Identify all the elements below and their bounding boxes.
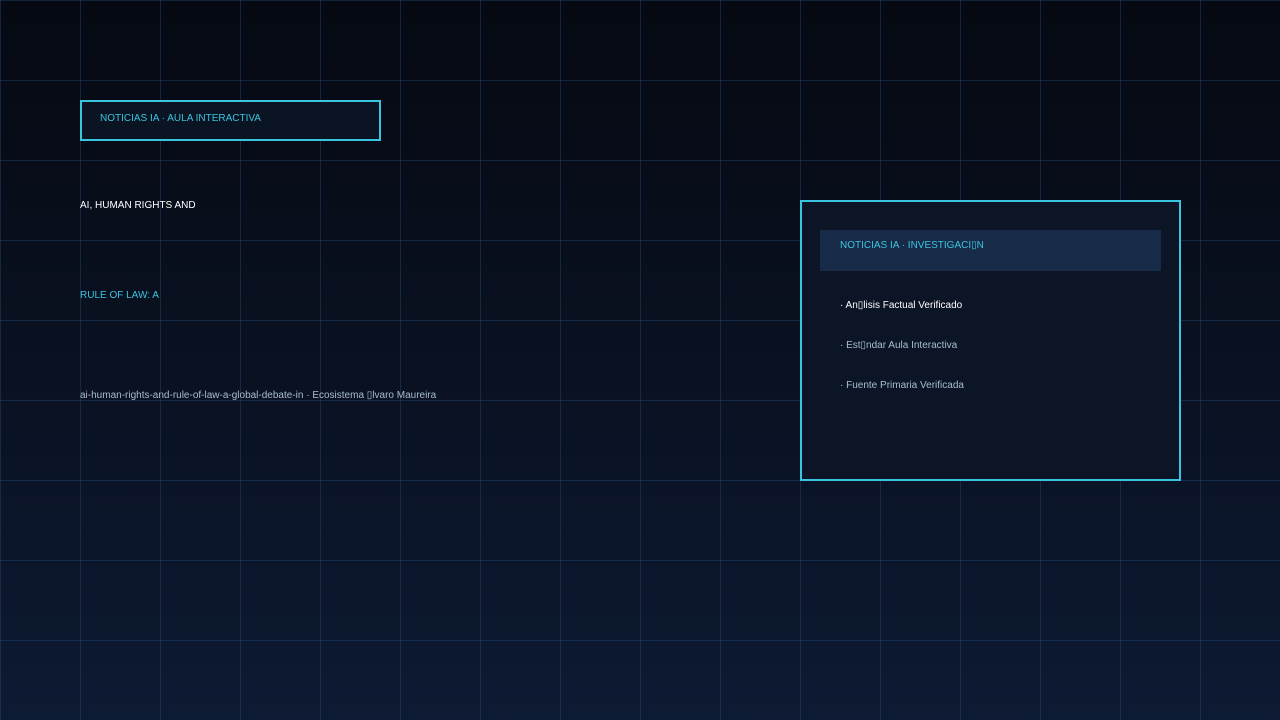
article-slug-credit: ai-human-rights-and-rule-of-law-a-global… (80, 390, 437, 401)
info-panel-item: · An▯lisis Factual Verificado (840, 300, 963, 311)
headline-line-1: AI, HUMAN RIGHTS AND (80, 200, 196, 211)
info-panel-header: NOTICIAS IA · INVESTIGACI▯N (820, 230, 1161, 271)
info-panel: NOTICIAS IA · INVESTIGACI▯N · An▯lisis F… (800, 200, 1181, 481)
category-badge: NOTICIAS IA · AULA INTERACTIVA (80, 100, 381, 141)
category-badge-label: NOTICIAS IA · AULA INTERACTIVA (100, 113, 261, 124)
info-panel-header-label: NOTICIAS IA · INVESTIGACI▯N (840, 240, 984, 251)
info-panel-item: · Fuente Primaria Verificada (840, 380, 964, 391)
headline-line-2: RULE OF LAW: A (80, 290, 159, 301)
info-panel-item: · Est▯ndar Aula Interactiva (840, 340, 958, 351)
